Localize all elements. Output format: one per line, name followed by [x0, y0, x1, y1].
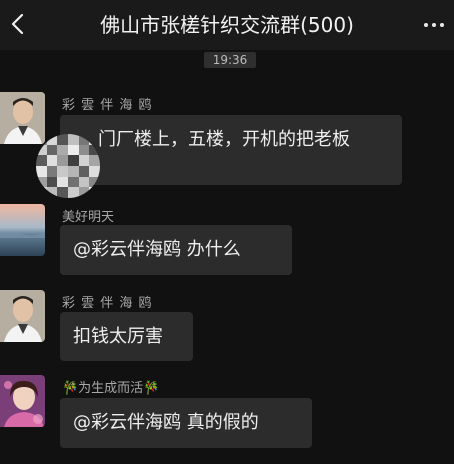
message-text: 门厂楼上，五楼，开机的把老板: [98, 129, 350, 150]
message-bubble[interactable]: @彩云伴海鸥 办什么: [60, 225, 292, 275]
chat-title: 佛山市张槎针织交流群(500): [100, 13, 354, 37]
avatar[interactable]: [0, 375, 45, 427]
sender-name: 美好明天: [62, 210, 115, 225]
blurred-sticker: [36, 134, 100, 198]
chevron-left-icon[interactable]: [3, 9, 31, 39]
message-text: 扣钱太厉害: [73, 326, 163, 347]
more-dots-icon[interactable]: [420, 12, 448, 38]
message-text: @彩云伴海鸥 真的假的: [73, 412, 259, 433]
avatar[interactable]: [0, 204, 45, 256]
chat-header: 佛山市张槎针织交流群(500): [0, 0, 454, 50]
sender-name: 彩 雲 伴 海 鸥: [62, 98, 153, 113]
avatar[interactable]: [0, 290, 45, 342]
message-timestamp: 19:36: [204, 52, 256, 68]
message-bubble[interactable]: @彩云伴海鸥 真的假的: [60, 398, 312, 448]
sender-name: 彩 雲 伴 海 鸥: [62, 296, 153, 311]
message-bubble[interactable]: 扣钱太厉害: [60, 312, 193, 361]
avatar[interactable]: [0, 92, 45, 144]
message-text: @彩云伴海鸥 办什么: [73, 239, 241, 260]
sender-name: 🎋为生成而活🎋: [62, 381, 160, 396]
message-bubble[interactable]: 门厂楼上，五楼，开机的把老板: [60, 115, 402, 185]
